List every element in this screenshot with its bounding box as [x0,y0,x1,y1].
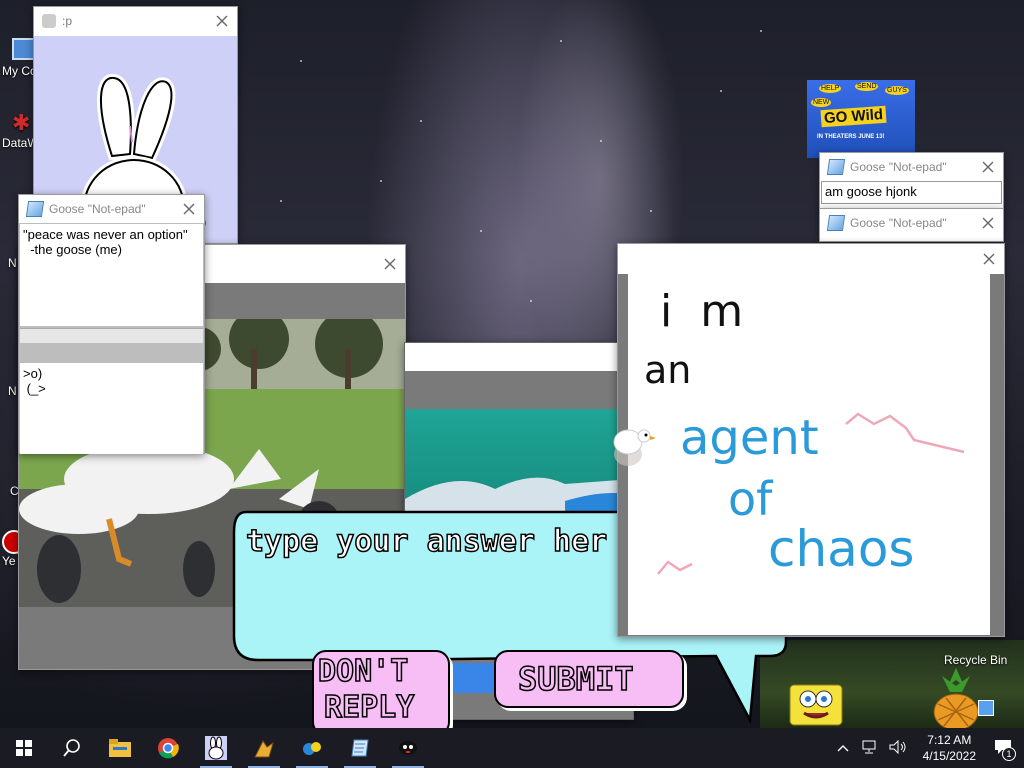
close-button[interactable] [974,245,1004,273]
drawing-text-agent: agent [680,410,819,466]
taskbar-chrome[interactable] [144,728,192,768]
taskbar-goose[interactable] [384,728,432,768]
dont-reply-button[interactable]: DON'T REPLY [312,650,450,736]
clock[interactable]: 7:12 AM 4/15/2022 [913,732,986,764]
chrome-icon [158,738,179,759]
poster-send: SEND [855,82,879,91]
submit-button[interactable]: SUBMIT [494,650,684,708]
title-bar[interactable]: Goose "Not-epad" [820,153,1003,181]
notification-center-button[interactable]: 1 [986,739,1024,761]
notepad-icon [826,159,846,175]
title-bar[interactable] [618,244,1004,274]
goose-widget-icon [978,700,994,716]
drawing-text-an: an [644,348,692,392]
goose-icon [399,741,417,755]
ocean-image [405,409,633,519]
notepad-third-window[interactable]: Goose "Not-epad" [819,208,1004,242]
close-icon [982,217,994,229]
bunny-icon [42,14,56,28]
close-button[interactable] [973,209,1003,237]
window-title: Goose "Not-epad" [850,216,947,230]
close-icon [183,203,195,215]
notepad-icon [25,201,45,217]
close-icon [384,258,396,270]
start-button[interactable] [0,728,48,768]
title-bar[interactable]: :p [34,7,237,35]
desktop-icon-network[interactable]: N [8,256,17,270]
poster-title: GO Wild [820,105,887,128]
notepad-hjonk-window[interactable]: Goose "Not-epad" am goose hjonk [819,152,1004,212]
desktop-icon-label: My Co [2,64,37,78]
desktop-icon-label: Recycle Bin [944,653,1008,667]
taskbar-bunny[interactable] [192,728,240,768]
window-frame-top [405,343,633,371]
poster-new: NEW [811,98,832,107]
volume-icon [889,739,906,754]
close-icon [983,253,995,265]
goose-ascii-text-area[interactable]: >o) (_> [20,363,203,454]
submit-label: SUBMIT [517,659,634,699]
drawing-window[interactable]: i m an agent of chaos [617,243,1005,637]
title-bar[interactable]: Goose "Not-epad" [19,195,204,223]
dont-reply-label-top: DON'T [317,653,409,690]
chevron-up-icon [837,745,849,752]
poster-tagline: IN THEATERS JUNE 13! [817,134,885,140]
network-icon [862,740,876,753]
window-title: Goose "Not-epad" [49,202,146,216]
taskbar-app[interactable] [288,728,336,768]
close-icon [216,15,228,27]
drawing-canvas: i m an agent of chaos [628,274,990,635]
notepad-text-area[interactable]: "peace was never an option" -the goose (… [20,224,203,326]
goose-sprite[interactable] [608,420,656,472]
window-title: :p [62,14,73,28]
close-button[interactable] [174,195,204,223]
search-button[interactable] [48,728,96,768]
bunny-icon [205,736,227,760]
title-bar[interactable]: Goose "Not-epad" [820,209,1003,237]
notepad-text-area[interactable]: am goose hjonk [821,181,1002,204]
poster-guys: GUYS [885,86,909,95]
show-hidden-icons-button[interactable] [831,741,855,755]
clock-time: 7:12 AM [927,733,972,747]
volume-button[interactable] [883,739,913,757]
window-title: Goose "Not-epad" [850,160,947,174]
drawing-text-of: of [728,472,773,526]
fish-drawing [405,477,633,519]
system-tray: 7:12 AM 4/15/2022 1 [831,728,1024,768]
desktop-icon-recycle-bin[interactable]: Recycle Bin [944,653,1007,667]
clock-date: 4/15/2022 [922,749,976,763]
close-button[interactable] [973,153,1003,181]
notepad-icon [351,739,369,757]
taskbar-file-explorer[interactable] [96,728,144,768]
desktop-icon-label: N [8,256,17,270]
answer-input[interactable]: type your answer her [246,524,620,568]
paint-icon [254,740,274,758]
windows-start-icon [16,740,32,756]
scrollbar-band[interactable] [20,328,203,343]
close-button[interactable] [207,7,237,35]
notification-badge: 1 [1002,746,1016,761]
taskbar-paint[interactable] [240,728,288,768]
drawing-text-i-m: i m [660,286,744,337]
close-icon [982,161,994,173]
notepad-icon [826,215,846,231]
desktop-icon-label: Ye [2,554,16,568]
dont-reply-label-bottom: REPLY [323,689,415,726]
taskbar: 7:12 AM 4/15/2022 1 [0,728,1024,768]
poster-help: HELP [819,84,842,93]
spongebob-sticker [789,684,843,726]
notepad-quote-window[interactable]: Goose "Not-epad" "peace was never an opt… [18,194,205,454]
search-icon [63,739,80,757]
pineapple-sticker [933,668,979,728]
movie-poster: HELP SEND GUYS NEW GO Wild IN THEATERS J… [807,80,915,158]
app-icon [303,742,321,755]
file-explorer-icon [109,739,131,757]
taskbar-notepad[interactable] [336,728,384,768]
drawing-text-chaos: chaos [768,520,915,578]
network-button[interactable] [855,740,883,757]
close-button[interactable] [375,250,405,278]
